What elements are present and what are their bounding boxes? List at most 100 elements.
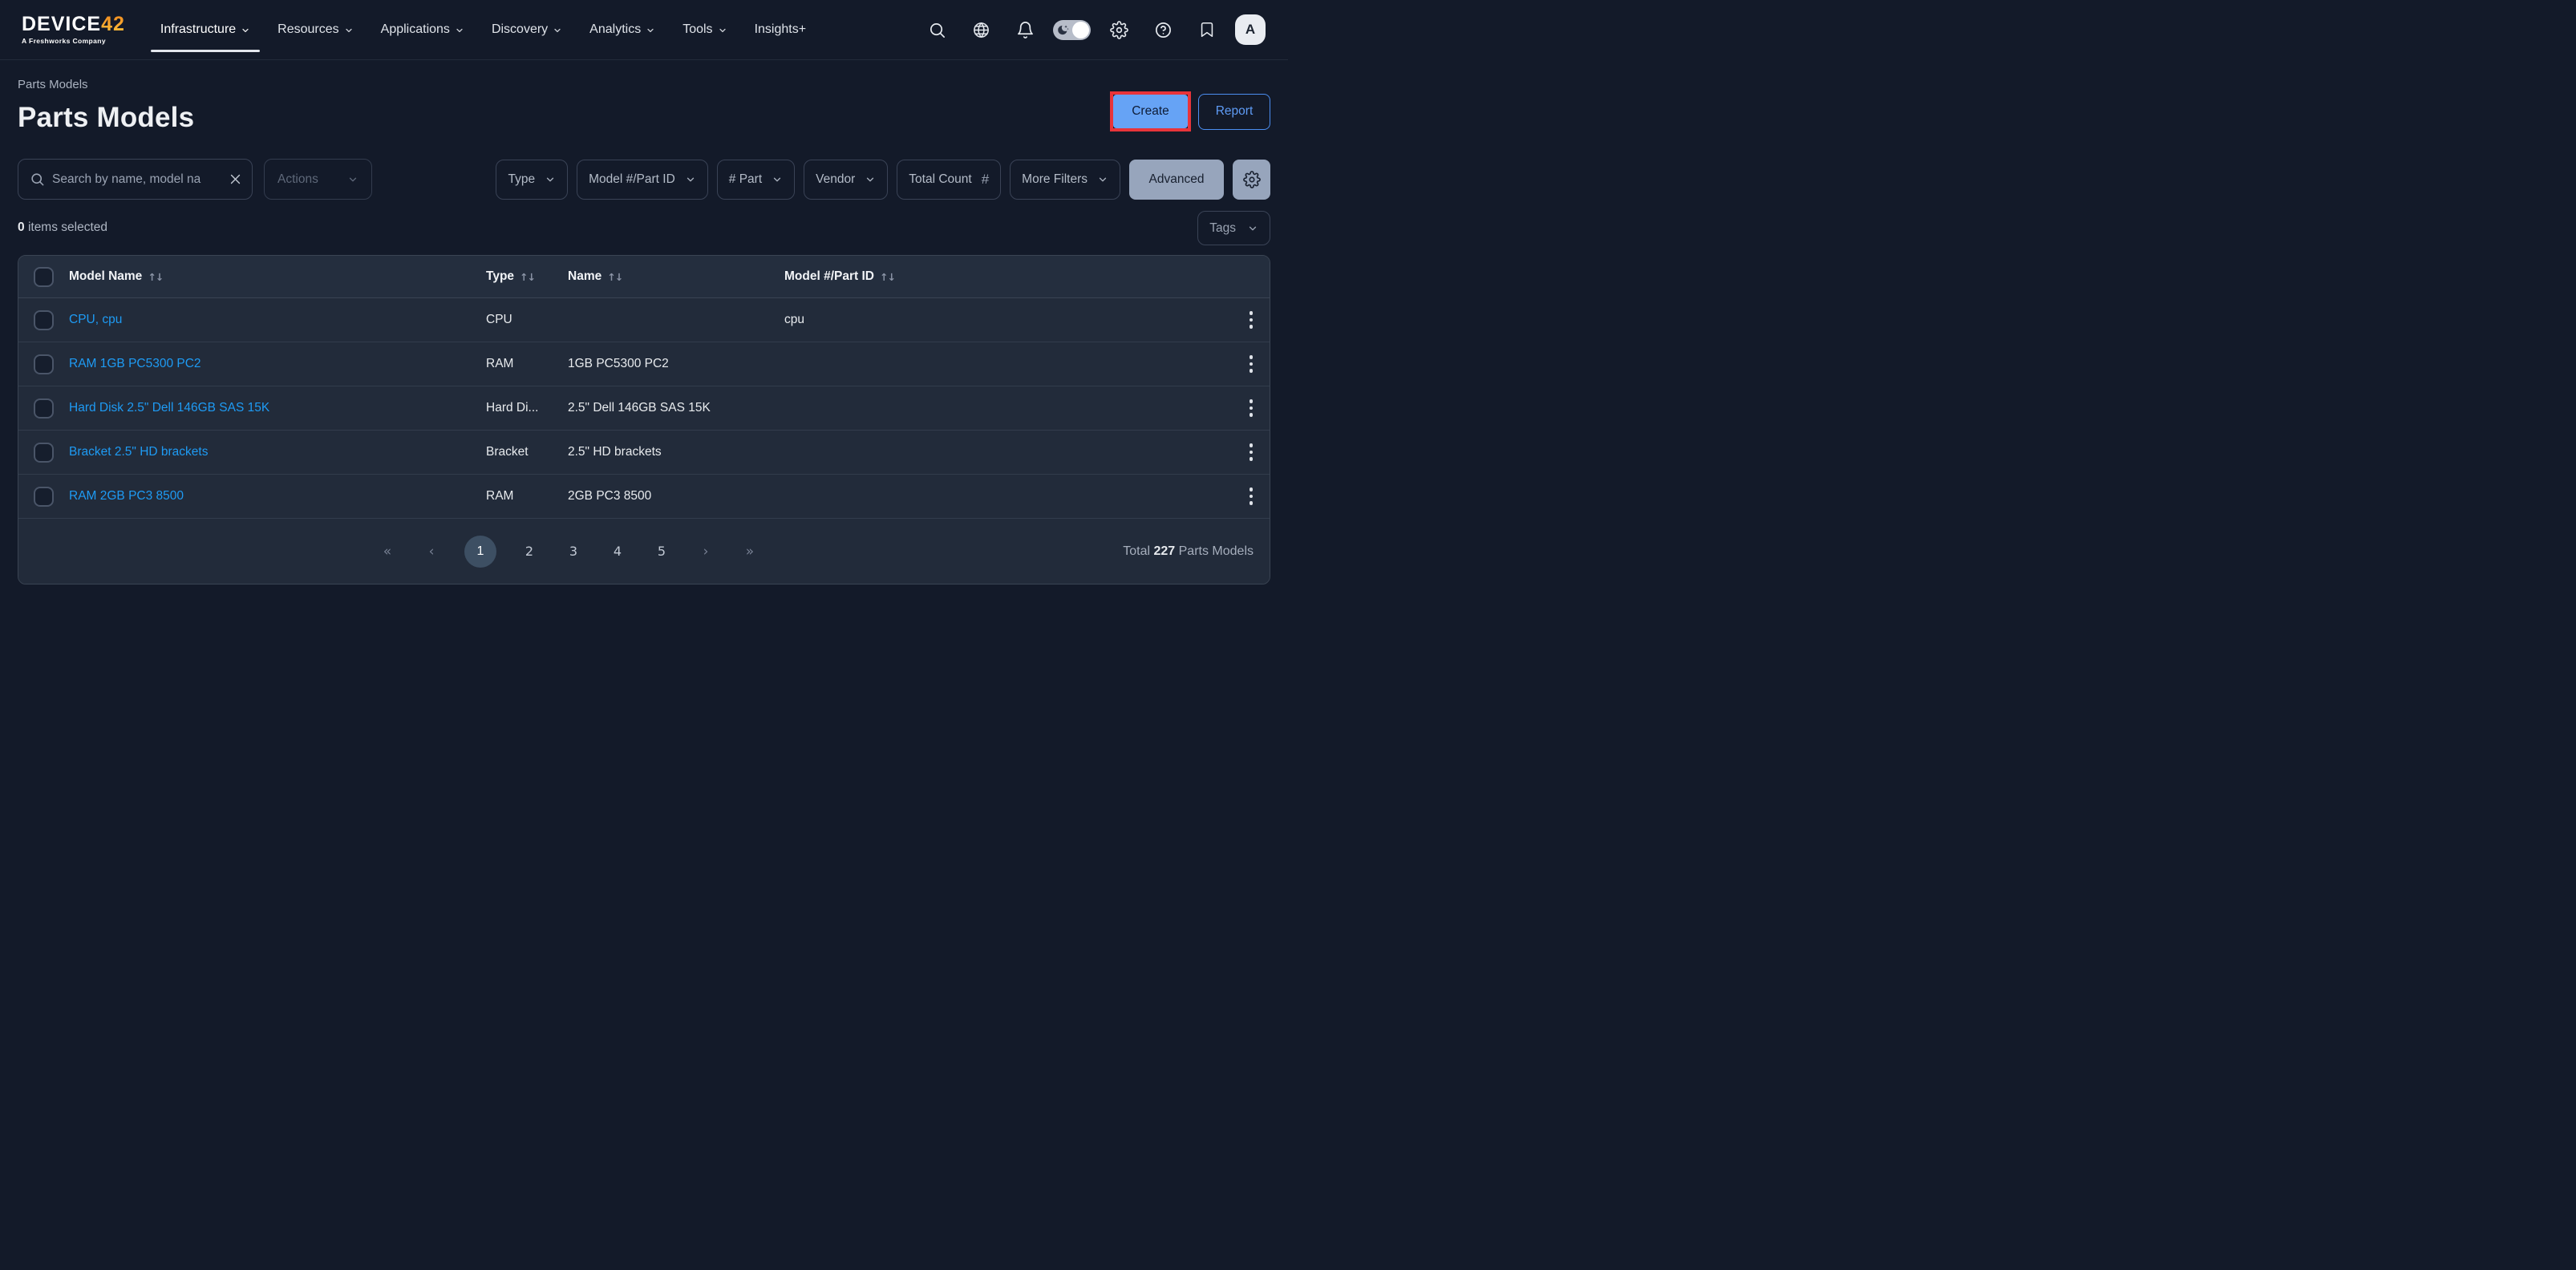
toggle-knob — [1072, 22, 1089, 38]
nav-item-analytics[interactable]: Analytics — [578, 0, 666, 59]
row-actions-kebab[interactable] — [1239, 438, 1263, 467]
model-name-link[interactable]: Hard Disk 2.5" Dell 146GB SAS 15K — [55, 401, 472, 415]
user-avatar[interactable]: A — [1235, 14, 1266, 45]
nav-item-resources[interactable]: Resources — [266, 0, 364, 59]
filter-chips: Type Model #/Part ID # Part Vendor Total… — [496, 160, 1270, 200]
help-icon — [1154, 21, 1173, 39]
next-page-button[interactable]: › — [695, 536, 717, 568]
row-actions-kebab[interactable] — [1239, 305, 1263, 334]
type-cell: Hard Di... — [472, 401, 554, 415]
model-name-link[interactable]: RAM 2GB PC3 8500 — [55, 489, 472, 504]
model-name-link[interactable]: RAM 1GB PC5300 PC2 — [55, 357, 472, 371]
search-input[interactable] — [52, 172, 221, 187]
total-count-label: Total 227 Parts Models — [1123, 544, 1254, 559]
row-actions-kebab[interactable] — [1239, 482, 1263, 511]
chevron-down-icon — [1247, 223, 1258, 234]
total-count-value: 227 — [1153, 544, 1175, 558]
column-header-model-part-id[interactable]: Model #/Part ID ↑↓ — [771, 269, 1234, 284]
page-button-1[interactable]: 1 — [464, 536, 496, 568]
filter-model-part-id-dropdown[interactable]: Model #/Part ID — [577, 160, 708, 200]
row-checkbox[interactable] — [34, 354, 54, 374]
row-checkbox[interactable] — [34, 398, 54, 419]
tags-dropdown[interactable]: Tags — [1197, 211, 1270, 245]
globe-icon — [972, 21, 990, 39]
notifications-button[interactable] — [1009, 14, 1041, 46]
row-actions-kebab[interactable] — [1239, 394, 1263, 423]
page-button-2[interactable]: 2 — [518, 536, 541, 568]
search-icon — [30, 172, 45, 187]
filter-type-dropdown[interactable]: Type — [496, 160, 568, 200]
more-filters-dropdown[interactable]: More Filters — [1010, 160, 1120, 200]
filter-vendor-dropdown[interactable]: Vendor — [804, 160, 888, 200]
gear-icon — [1110, 21, 1128, 39]
sort-icon[interactable]: ↑↓ — [148, 271, 163, 283]
chevron-down-icon — [772, 174, 783, 185]
search-button[interactable] — [921, 14, 953, 46]
page-title: Parts Models — [18, 102, 194, 134]
parts-models-page: Parts Models Parts Models Create Report … — [0, 78, 1288, 584]
sort-icon[interactable]: ↑↓ — [880, 271, 895, 283]
breadcrumb[interactable]: Parts Models — [18, 78, 194, 91]
search-icon — [928, 21, 946, 39]
nav-item-discovery[interactable]: Discovery — [480, 0, 573, 59]
chevron-down-icon — [646, 26, 655, 35]
chevron-down-icon — [685, 174, 696, 185]
type-cell: RAM — [472, 357, 554, 371]
column-header-type[interactable]: Type ↑↓ — [472, 269, 554, 284]
prev-page-button[interactable]: ‹ — [420, 536, 443, 568]
create-button[interactable]: Create — [1113, 95, 1188, 128]
name-cell: 2.5" HD brackets — [554, 445, 771, 459]
logo-42: 42 — [101, 13, 125, 35]
last-page-button[interactable]: » — [739, 536, 761, 568]
settings-button[interactable] — [1103, 14, 1135, 46]
row-actions-kebab[interactable] — [1239, 350, 1263, 378]
row-checkbox[interactable] — [34, 487, 54, 507]
search-box[interactable] — [18, 159, 253, 200]
bookmarks-button[interactable] — [1191, 14, 1223, 46]
column-header-model-name[interactable]: Model Name ↑↓ — [55, 269, 472, 284]
main-nav: Infrastructure Resources Applications Di… — [149, 0, 817, 59]
table-settings-button[interactable] — [1233, 160, 1270, 200]
table-footer: « ‹ 1 2 3 4 5 › » Total 227 Parts Models — [18, 519, 1270, 584]
column-header-name[interactable]: Name ↑↓ — [554, 269, 771, 284]
help-button[interactable] — [1147, 14, 1179, 46]
page-button-4[interactable]: 4 — [606, 536, 629, 568]
device42-logo[interactable]: DEVICE42 A Freshworks Company — [22, 14, 125, 45]
nav-item-infrastructure[interactable]: Infrastructure — [149, 0, 261, 59]
model-name-link[interactable]: CPU, cpu — [55, 313, 472, 327]
chevron-down-icon — [1097, 174, 1108, 185]
row-checkbox[interactable] — [34, 443, 54, 463]
selected-count: 0 — [18, 220, 25, 234]
language-button[interactable] — [965, 14, 997, 46]
row-checkbox[interactable] — [34, 310, 54, 330]
actions-dropdown[interactable]: Actions — [264, 159, 372, 200]
table-row: Bracket 2.5" HD brackets Bracket 2.5" HD… — [18, 431, 1270, 475]
select-all-checkbox[interactable] — [34, 267, 54, 287]
table-header-row: Model Name ↑↓ Type ↑↓ Name ↑↓ Model #/Pa… — [18, 256, 1270, 298]
model-name-link[interactable]: Bracket 2.5" HD brackets — [55, 445, 472, 459]
pagination: « ‹ 1 2 3 4 5 › » — [376, 536, 761, 568]
filter-num-part-dropdown[interactable]: # Part — [717, 160, 795, 200]
filter-total-count[interactable]: Total Count # — [897, 160, 1001, 200]
type-cell: Bracket — [472, 445, 554, 459]
table-row: CPU, cpu CPU cpu — [18, 298, 1270, 342]
chevron-down-icon — [241, 26, 250, 35]
name-cell: 2GB PC3 8500 — [554, 489, 771, 504]
name-cell: 1GB PC5300 PC2 — [554, 357, 771, 371]
advanced-button[interactable]: Advanced — [1129, 160, 1224, 200]
clear-search-icon[interactable] — [229, 172, 242, 186]
nav-item-tools[interactable]: Tools — [671, 0, 738, 59]
nav-item-insights[interactable]: Insights+ — [743, 0, 817, 59]
sort-icon[interactable]: ↑↓ — [520, 271, 535, 283]
page-button-3[interactable]: 3 — [562, 536, 585, 568]
first-page-button[interactable]: « — [376, 536, 399, 568]
filter-bar: Actions Type Model #/Part ID # Part Vend… — [18, 159, 1270, 200]
bell-icon — [1016, 21, 1035, 39]
page-button-5[interactable]: 5 — [650, 536, 673, 568]
nav-item-applications[interactable]: Applications — [370, 0, 476, 59]
dark-mode-toggle[interactable] — [1053, 20, 1091, 40]
sort-icon[interactable]: ↑↓ — [607, 271, 622, 283]
name-cell: 2.5" Dell 146GB SAS 15K — [554, 401, 771, 415]
report-button[interactable]: Report — [1198, 94, 1270, 130]
table-row: Hard Disk 2.5" Dell 146GB SAS 15K Hard D… — [18, 386, 1270, 431]
